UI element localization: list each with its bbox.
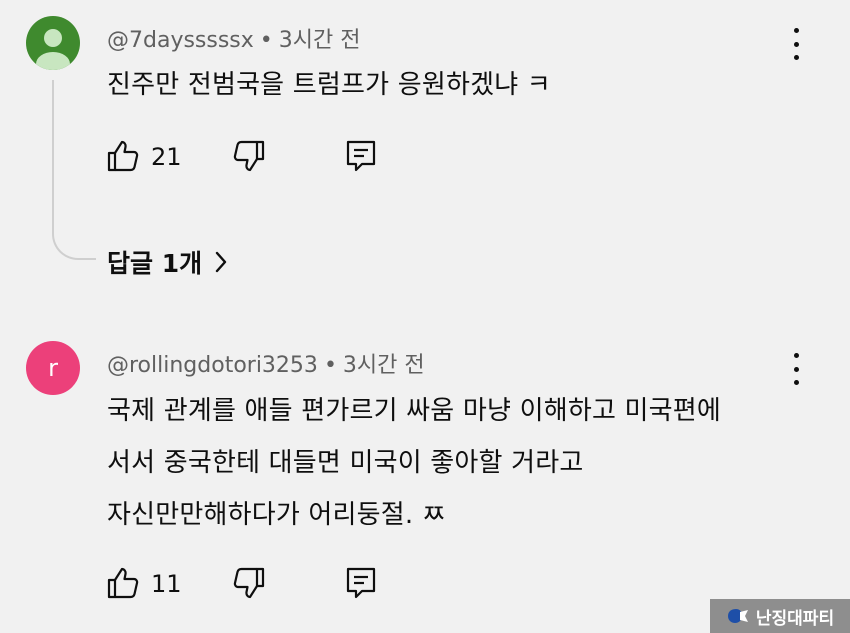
- dislike-button[interactable]: [232, 566, 266, 600]
- like-count: 11: [151, 570, 182, 598]
- avatar[interactable]: r: [26, 341, 80, 395]
- reply-icon: [346, 140, 376, 172]
- comment-text: 진주만 전범국을 트럼프가 응원하겠냐 ㅋ: [107, 70, 551, 100]
- comment-author[interactable]: @7daysssssx: [107, 28, 254, 53]
- comment-time: 3시간 전: [342, 353, 425, 378]
- like-button[interactable]: [106, 566, 140, 600]
- view-replies-button[interactable]: 답글 1개: [107, 244, 228, 280]
- avatar-letter: r: [48, 354, 58, 382]
- comment-time: 3시간 전: [278, 28, 361, 53]
- more-options-button[interactable]: [786, 353, 806, 385]
- reply-button[interactable]: [344, 139, 378, 173]
- reply-icon: [346, 567, 376, 599]
- watermark-text: 난징대파티: [755, 608, 835, 629]
- comment-meta: @7daysssssx • 3시간 전: [107, 22, 361, 54]
- watermark: 난징대파티: [710, 599, 850, 633]
- comment-meta: @rollingdotori3253 • 3시간 전: [107, 347, 425, 379]
- thumbs-down-icon: [233, 567, 265, 599]
- like-button[interactable]: [106, 139, 140, 173]
- thumbs-up-icon: [107, 567, 139, 599]
- more-options-button[interactable]: [786, 28, 806, 60]
- thread-connector-line: [52, 80, 96, 260]
- dislike-button[interactable]: [232, 139, 266, 173]
- meta-separator: •: [323, 353, 337, 378]
- comment-text-line: 서서 중국한테 대들면 미국이 좋아할 거라고: [107, 448, 584, 478]
- thumbs-down-icon: [233, 140, 265, 172]
- site-logo-icon: [727, 609, 748, 623]
- chevron-right-icon: [215, 251, 227, 273]
- replies-label: 답글 1개: [107, 249, 203, 278]
- like-count: 21: [151, 143, 182, 171]
- meta-separator: •: [259, 28, 273, 53]
- thumbs-up-icon: [107, 140, 139, 172]
- comment-author[interactable]: @rollingdotori3253: [107, 353, 318, 378]
- default-avatar-icon: [36, 29, 70, 70]
- comment-text-line: 국제 관계를 애들 편가르기 싸움 마냥 이해하고 미국편에: [107, 396, 722, 426]
- reply-button[interactable]: [344, 566, 378, 600]
- comment-text-line: 자신만만해하다가 어리둥절. ㅉ: [107, 500, 446, 530]
- avatar[interactable]: [26, 16, 80, 70]
